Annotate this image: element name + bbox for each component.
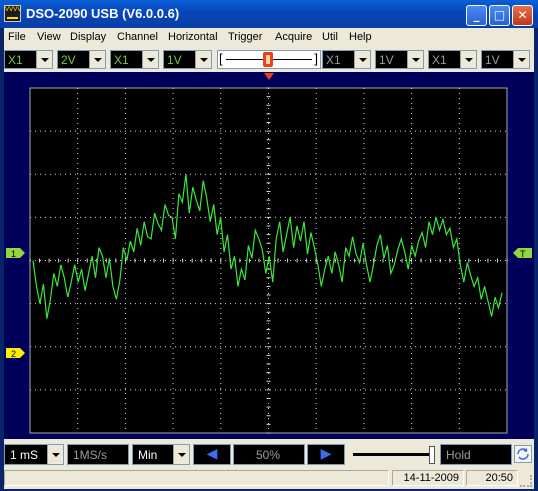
trigger-handle-grip-icon [266,55,270,64]
minimize-button[interactable]: _ [466,5,487,26]
ch2-volts-select[interactable]: 1V [163,50,212,69]
ch4-volts-select[interactable]: 1V [481,50,530,69]
hold-status-value: Hold [446,448,471,462]
refresh-icon[interactable] [514,445,532,463]
chevron-down-icon[interactable] [36,51,52,68]
close-button[interactable]: ✕ [512,5,533,26]
menu-util[interactable]: Util [322,31,338,43]
chevron-down-icon[interactable] [460,51,476,68]
horizontal-position-value: 50% [256,448,281,462]
ch3-probe-select[interactable]: X1 [322,50,371,69]
position-right-button[interactable]: ▶ [307,444,345,465]
acquire-mode-value: Min [138,448,158,462]
ch3-probe-value: X1 [326,53,341,67]
ch1-level-marker[interactable]: 1 [6,248,25,259]
chevron-down-icon[interactable] [354,51,370,68]
menu-display[interactable]: Display [70,31,106,43]
acquire-mode-select[interactable]: Min [132,444,190,465]
ch1-marker-label: 1 [11,249,16,259]
chevron-down-icon[interactable] [142,51,158,68]
status-time: 20:50 [466,470,518,486]
ch2-marker-label: 2 [11,349,16,359]
title-bar[interactable]: VVVV DSO-2090 USB (V6.0.0.6) _ □ ✕ [0,0,538,28]
ch2-probe-value: X1 [114,53,129,67]
scope-screen-area: 1 2 T [4,72,534,439]
status-date: 14-11-2009 [392,470,464,486]
horizontal-position-field: 50% [233,444,305,465]
chevron-down-icon[interactable] [47,445,63,464]
menu-horizontal[interactable]: Horizontal [168,31,218,43]
menu-channel[interactable]: Channel [117,31,158,43]
maximize-button[interactable]: □ [489,5,510,26]
trigger-level-marker[interactable]: T [513,248,532,259]
app-window: VVVV DSO-2090 USB (V6.0.0.6) _ □ ✕ File … [0,0,538,491]
trigger-slider-handle[interactable] [263,52,273,67]
window-title: DSO-2090 USB (V6.0.0.6) [26,6,180,21]
chevron-down-icon[interactable] [513,51,529,68]
refresh-glyph-icon [517,448,529,460]
trigger-level-label: T [520,249,526,259]
chevron-down-icon[interactable] [89,51,105,68]
trigger-slider[interactable] [347,444,437,465]
ch3-volts-select[interactable]: 1V [375,50,424,69]
menu-trigger[interactable]: Trigger [228,31,262,43]
ch1-probe-select[interactable]: X1 [4,50,53,69]
position-left-button[interactable]: ◀ [193,444,231,465]
ch4-probe-select[interactable]: X1 [428,50,477,69]
ch4-volts-value: 1V [485,53,500,67]
sample-rate-value: 1MS/s [73,448,108,462]
resize-grip-icon[interactable] [520,475,532,487]
oscilloscope-app-icon[interactable]: VVVV [4,5,21,22]
ch2-volts-value: 1V [167,53,182,67]
menu-view[interactable]: View [37,31,61,43]
trigger-bracket-right: ] [314,51,318,66]
menu-file[interactable]: File [8,31,26,43]
chevron-down-icon[interactable] [173,445,189,464]
ch1-probe-value: X1 [8,53,23,67]
ch1-volts-value: 2V [61,53,76,67]
hold-status-field[interactable]: Hold [440,444,512,465]
trigger-bracket-left: [ [219,51,223,66]
ch1-volts-select[interactable]: 2V [57,50,106,69]
ch3-volts-value: 1V [379,53,394,67]
trigger-slider-track [353,453,433,456]
status-message-pane [4,470,389,486]
bottom-toolbar: 1 mS 1MS/s Min ◀ 50% ▶ Hold [4,439,534,467]
app-icon-wave [7,11,18,19]
ch2-level-marker[interactable]: 2 [6,348,25,359]
menu-help[interactable]: Help [349,31,372,43]
sample-rate-field: 1MS/s [67,444,129,465]
menu-bar: File View Display Channel Horizontal Tri… [4,28,534,47]
ch4-probe-value: X1 [432,53,447,67]
chevron-down-icon[interactable] [195,51,211,68]
chevron-down-icon[interactable] [407,51,423,68]
trigger-position-bar[interactable]: [ ] [217,50,321,69]
timebase-value: 1 mS [10,448,39,462]
timebase-select[interactable]: 1 mS [4,444,64,465]
trigger-slider-thumb[interactable] [429,446,435,464]
channel-toolbar: X1 2V X1 1V [ ] X1 1V X1 1V [4,47,534,72]
ch2-probe-select[interactable]: X1 [110,50,159,69]
status-bar: 14-11-2009 20:50 [4,467,534,489]
trigger-position-marker-top [266,73,272,76]
menu-acquire[interactable]: Acquire [275,31,312,43]
scope-display[interactable]: 1 2 T [4,72,534,439]
